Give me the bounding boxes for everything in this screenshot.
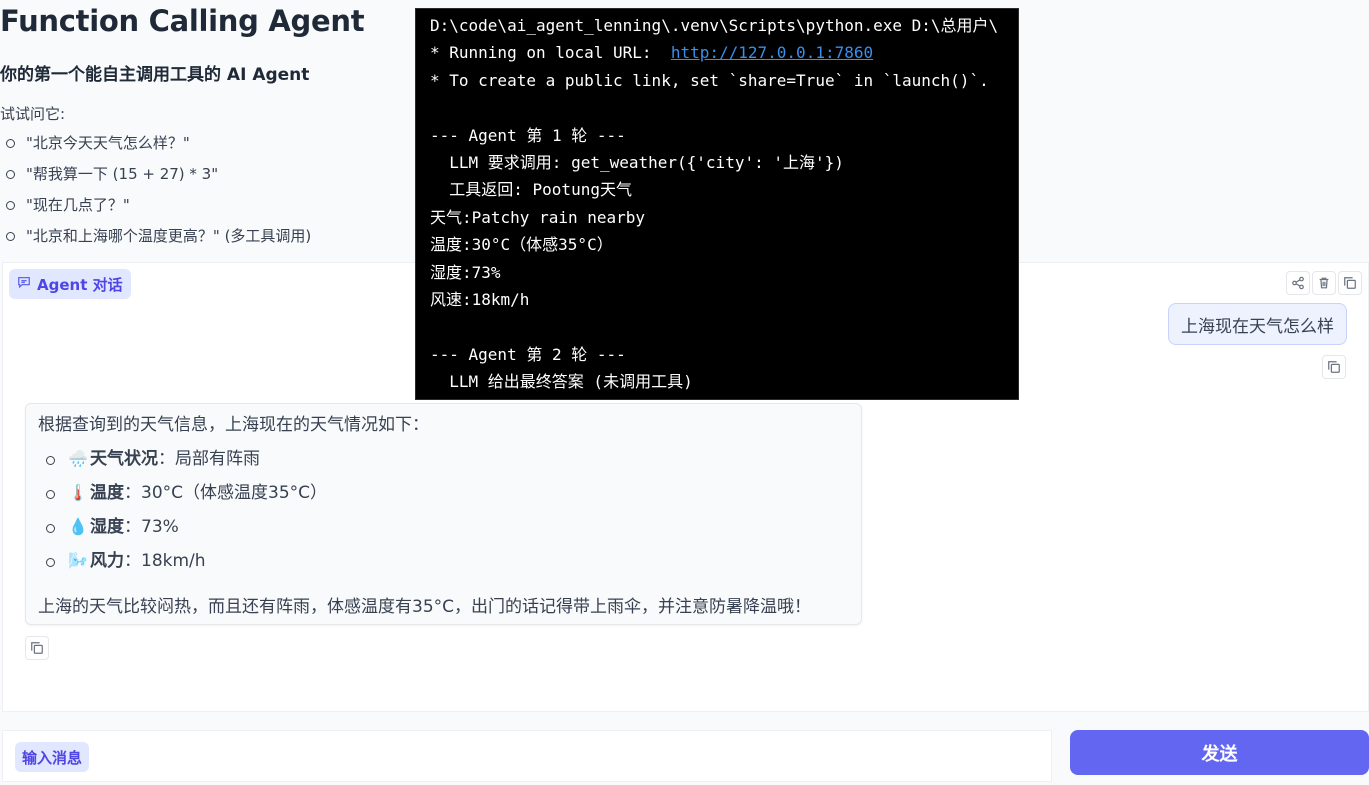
terminal-line: --- Agent 第 2 轮 --- (430, 344, 626, 364)
share-icon (1292, 276, 1304, 290)
weather-value: ：30°C（体感温度35°C） (124, 483, 328, 503)
terminal-line: * Running on local URL: http://127.0.0.1… (430, 39, 1018, 66)
terminal-line: 风速:18km/h (430, 289, 530, 309)
terminal-line: 工具返回: Pootung天气 (430, 180, 632, 200)
chat-icon (17, 275, 31, 293)
terminal-line: --- Agent 第 1 轮 --- (430, 125, 626, 145)
trash-icon (1319, 277, 1329, 289)
thermometer-icon: 🌡️ (68, 483, 88, 502)
chat-label: Agent 对话 (9, 269, 131, 299)
share-button[interactable] (1286, 271, 1310, 295)
weather-value: ：局部有阵雨 (158, 449, 260, 469)
copy-icon (1328, 361, 1340, 373)
send-button[interactable]: 发送 (1070, 730, 1369, 775)
terminal-line: 湿度:73% (430, 262, 501, 282)
weather-key: 天气状况 (90, 449, 158, 469)
try-label: 试试问它: (0, 105, 66, 123)
terminal-line: * To create a public link, set `share=Tr… (430, 70, 989, 90)
terminal-line: LLM 要求调用: get_weather({'city': '上海'}) (430, 152, 844, 172)
chat-actions (1286, 269, 1362, 297)
weather-key: 温度 (90, 483, 124, 503)
weather-item-wind: 🌬️ 风力：18km/h (38, 544, 849, 578)
example-item: "北京和上海哪个温度更高？" (多工具调用) (0, 223, 311, 254)
user-message: 上海现在天气怎么样 (1168, 303, 1347, 345)
copy-user-message-button[interactable] (1322, 355, 1346, 379)
bot-message: 根据查询到的天气信息，上海现在的天气情况如下： 🌧️ 天气状况：局部有阵雨 🌡️ 温… (25, 403, 862, 625)
page-subtitle: 你的第一个能自主调用工具的 AI Agent (0, 65, 310, 85)
copy-all-button[interactable] (1338, 271, 1362, 295)
copy-icon (1344, 277, 1356, 289)
weather-item-humidity: 💧 湿度：73% (38, 510, 849, 544)
bot-outro: 上海的天气比较闷热，而且还有阵雨，体感温度有35°C，出门的话记得带上雨伞，并注… (38, 597, 811, 617)
terminal-line: 天气:Patchy rain nearby (430, 207, 646, 227)
weather-value: ：73% (124, 517, 179, 537)
page-title: Function Calling Agent (0, 4, 365, 38)
rain-cloud-icon: 🌧️ (68, 449, 88, 468)
droplet-icon: 💧 (68, 517, 88, 536)
terminal-line: 温度:30°C（体感35°C） (430, 235, 613, 255)
input-label: 输入消息 (15, 742, 90, 772)
weather-key: 湿度 (90, 517, 124, 537)
terminal-line: D:\code\ai_agent_lenning\.venv\Scripts\p… (430, 16, 999, 35)
message-input-area: 输入消息 (2, 730, 1052, 782)
example-item: "帮我算一下 (15 + 27) * 3" (0, 161, 311, 192)
local-url-link[interactable]: http://127.0.0.1:7860 (671, 43, 873, 62)
terminal-line: LLM 给出最终答案 (未调用工具) (430, 372, 693, 392)
weather-item-condition: 🌧️ 天气状况：局部有阵雨 (38, 442, 849, 476)
weather-key: 风力 (90, 551, 124, 571)
terminal-text: * Running on local URL: (430, 43, 671, 63)
example-item: "现在几点了？" (0, 192, 311, 223)
example-item: "北京今天天气怎么样？" (0, 130, 311, 161)
bot-intro: 根据查询到的天气信息，上海现在的天气情况如下： (38, 415, 429, 435)
example-list: "北京今天天气怎么样？" "帮我算一下 (15 + 27) * 3" "现在几点… (0, 130, 311, 254)
terminal-window[interactable]: D:\code\ai_agent_lenning\.venv\Scripts\p… (415, 8, 1019, 400)
wind-icon: 🌬️ (68, 551, 88, 570)
weather-list: 🌧️ 天气状况：局部有阵雨 🌡️ 温度：30°C（体感温度35°C） 💧 湿度：73%… (38, 442, 849, 578)
clear-button[interactable] (1312, 271, 1336, 295)
chat-label-text: Agent 对话 (37, 275, 123, 294)
message-input[interactable] (103, 741, 1037, 775)
copy-bot-message-button[interactable] (25, 636, 49, 660)
weather-value: ：18km/h (124, 551, 206, 571)
weather-item-temperature: 🌡️ 温度：30°C（体感温度35°C） (38, 476, 849, 510)
copy-icon (31, 642, 43, 654)
